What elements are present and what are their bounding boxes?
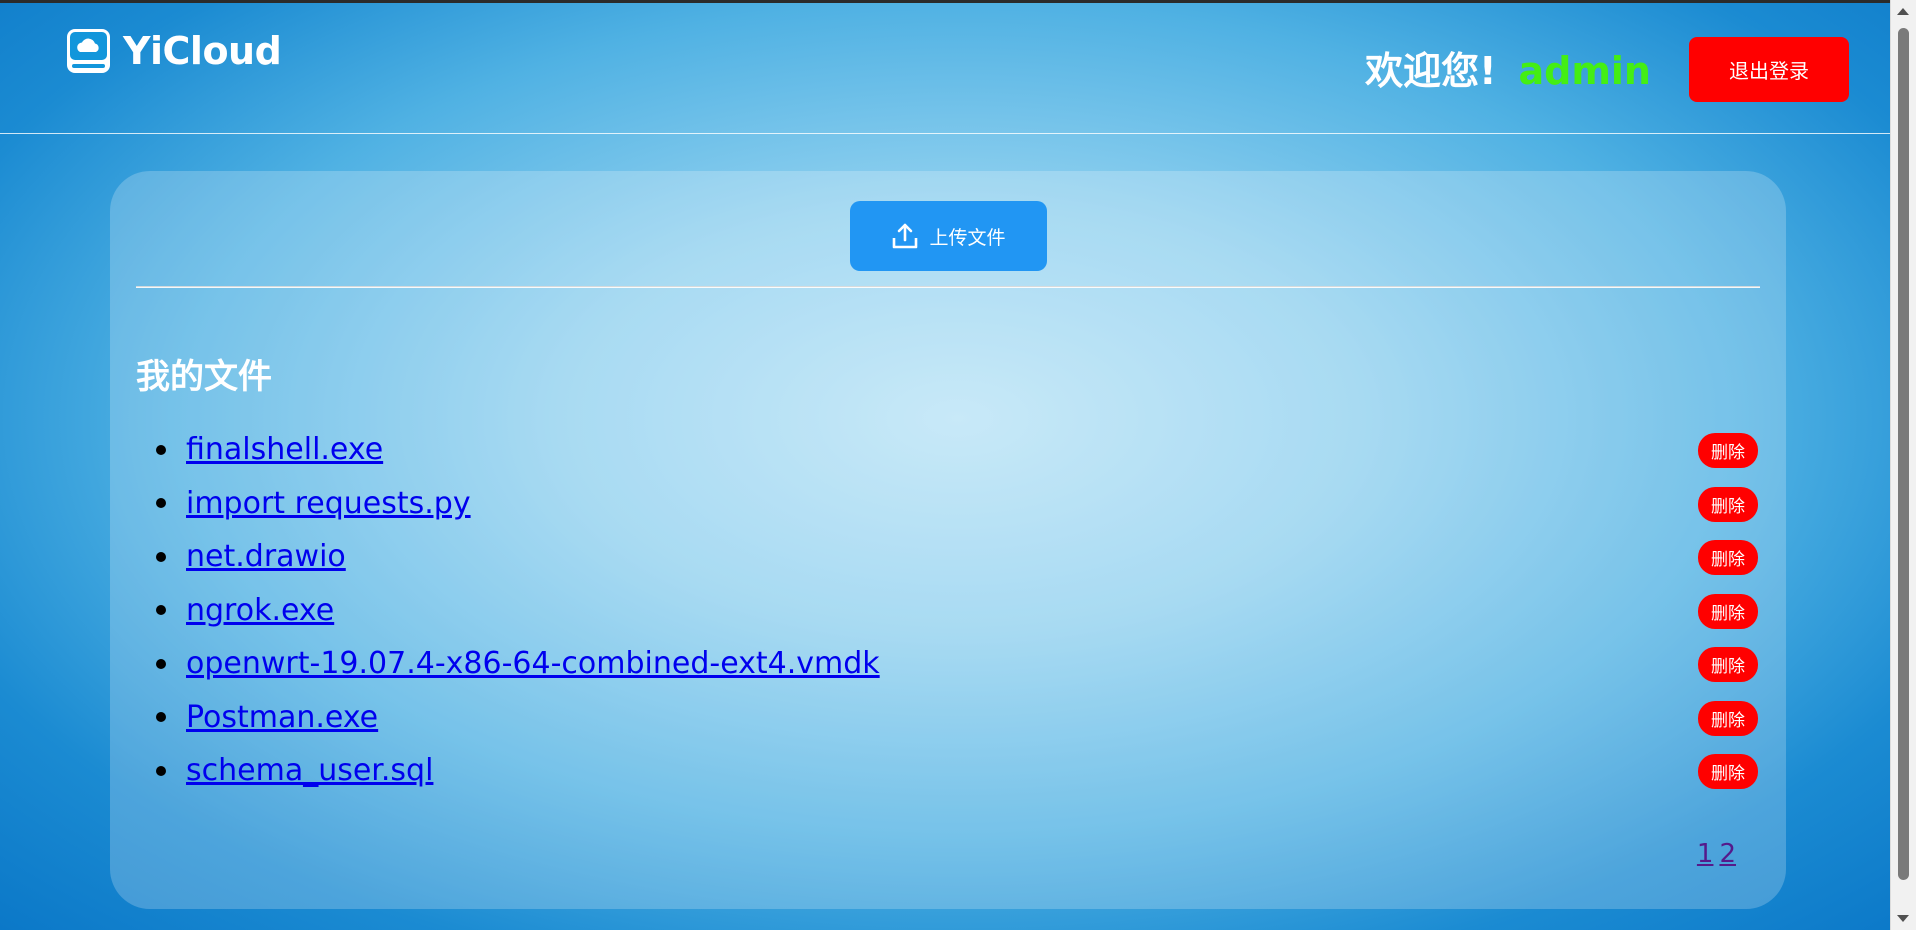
- upload-button[interactable]: 上传文件: [850, 201, 1047, 271]
- file-link[interactable]: ngrok.exe: [186, 593, 334, 628]
- cloud-drive-icon: [67, 29, 110, 73]
- file-link[interactable]: openwrt-19.07.4-x86-64-combined-ext4.vmd…: [186, 646, 880, 681]
- scroll-down-arrow-icon[interactable]: [1897, 915, 1909, 922]
- page-link-1[interactable]: 1: [1697, 839, 1714, 869]
- delete-button[interactable]: 删除: [1698, 593, 1758, 629]
- welcome-message: 欢迎您! admin: [1365, 40, 1651, 95]
- vertical-scrollbar[interactable]: [1890, 0, 1916, 930]
- bullet: [156, 498, 166, 509]
- file-link[interactable]: finalshell.exe: [186, 432, 383, 467]
- delete-button[interactable]: 删除: [1698, 700, 1758, 736]
- bullet: [156, 551, 166, 562]
- file-list-item: net.drawio 删除: [136, 530, 1760, 584]
- header: YiCloud 欢迎您! admin 退出登录: [0, 0, 1891, 134]
- files-panel: 上传文件 我的文件 finalshell.exe 删除 import reque…: [110, 171, 1786, 909]
- delete-button[interactable]: 删除: [1698, 754, 1758, 789]
- pagination: 1 2: [1691, 839, 1736, 869]
- divider: [136, 286, 1760, 288]
- file-link[interactable]: schema_user.sql: [186, 753, 433, 788]
- bullet: [156, 605, 166, 616]
- delete-button[interactable]: 删除: [1698, 433, 1758, 468]
- file-list-item: ngrok.exe 删除: [136, 584, 1760, 638]
- upload-icon: [893, 223, 918, 249]
- bullet: [156, 444, 166, 455]
- section-title: 我的文件: [136, 357, 272, 397]
- logo-text: YiCloud: [123, 29, 282, 73]
- logout-button[interactable]: 退出登录: [1689, 37, 1849, 102]
- bullet: [156, 712, 166, 723]
- file-link[interactable]: Postman.exe: [186, 700, 378, 735]
- page-link-2[interactable]: 2: [1719, 839, 1736, 869]
- username: admin: [1518, 49, 1651, 93]
- upload-label: 上传文件: [929, 226, 1006, 249]
- file-list: finalshell.exe 删除 import requests.py 删除 …: [136, 423, 1760, 798]
- file-list-item: finalshell.exe 删除: [136, 423, 1760, 477]
- bullet: [156, 658, 166, 669]
- delete-button[interactable]: 删除: [1698, 486, 1758, 522]
- delete-button[interactable]: 删除: [1698, 647, 1758, 682]
- file-link[interactable]: net.drawio: [186, 539, 346, 574]
- file-link[interactable]: import requests.py: [186, 486, 471, 521]
- file-list-item: Postman.exe 删除: [136, 691, 1760, 745]
- file-list-item: openwrt-19.07.4-x86-64-combined-ext4.vmd…: [136, 637, 1760, 691]
- bullet: [156, 765, 166, 776]
- logo[interactable]: YiCloud: [66, 28, 282, 74]
- file-list-item: import requests.py 删除: [136, 477, 1760, 531]
- file-list-item: schema_user.sql 删除: [136, 744, 1760, 798]
- scroll-up-arrow-icon[interactable]: [1897, 8, 1909, 15]
- welcome-text: 欢迎您!: [1365, 49, 1497, 93]
- delete-button[interactable]: 删除: [1698, 540, 1758, 575]
- scrollbar-thumb[interactable]: [1898, 28, 1909, 880]
